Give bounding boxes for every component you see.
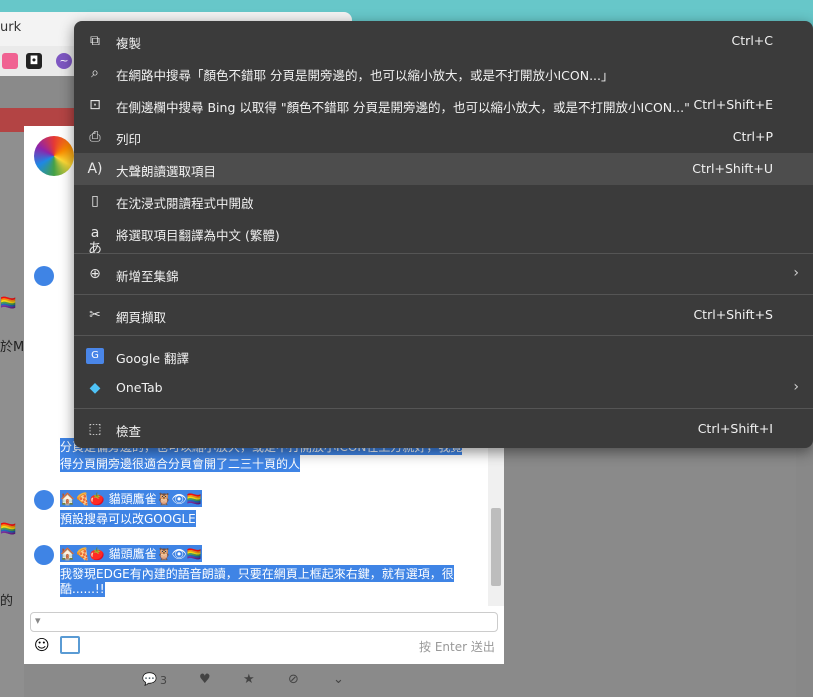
left-column: [0, 132, 26, 697]
share-icon[interactable]: ⊘: [288, 672, 299, 687]
immersive-reader-icon: ▯: [91, 193, 99, 209]
message-avatar: [34, 266, 54, 286]
image-icon[interactable]: [60, 636, 80, 654]
chevron-down-icon[interactable]: ⌄: [333, 672, 344, 687]
collections-icon: ⊕: [89, 266, 101, 282]
menu-item-label: 檢查: [116, 424, 142, 439]
context-menu: ⧉ 複製 Ctrl+C ⌕ 在網路中搜尋「顏色不錯耶 分頁是開旁邊的，也可以縮小…: [74, 21, 813, 448]
menu-item-google-translate[interactable]: G Google 翻譯: [74, 340, 813, 372]
menu-item-print[interactable]: ⎙ 列印 Ctrl+P: [74, 121, 813, 153]
menu-item-shortcut: Ctrl+Shift+S: [693, 307, 773, 322]
messenger-icon[interactable]: ~: [56, 53, 72, 69]
menu-separator: [74, 253, 813, 254]
menu-item-inspect[interactable]: ⬚ 檢查 Ctrl+Shift+I: [74, 413, 813, 445]
left-flag-icon: 🏳️‍🌈: [0, 296, 17, 311]
menu-item-add-to-collections[interactable]: ⊕ 新增至集錦 ›: [74, 258, 813, 290]
comment-icon[interactable]: 💬: [142, 672, 157, 686]
translate-icon: aあ: [88, 225, 102, 257]
web-capture-icon: ✂: [89, 307, 101, 323]
menu-item-web-capture[interactable]: ✂ 網頁擷取 Ctrl+Shift+S: [74, 299, 813, 331]
menu-item-label: 大聲朗讀選取項目: [116, 164, 217, 179]
google-translate-icon: G: [86, 348, 104, 364]
menu-separator: [74, 408, 813, 409]
avatar: [34, 136, 74, 176]
menu-separator: [74, 294, 813, 295]
bookmark-s-icon[interactable]: ◘: [26, 53, 42, 69]
message-text: 我發現EDGE有內建的語音朗讀，只要在網頁上框起來右鍵，就有選項，很: [60, 565, 454, 582]
menu-item-search-web[interactable]: ⌕ 在網路中搜尋「顏色不錯耶 分頁是開旁邊的，也可以縮小放大，或是不打開放小IC…: [74, 57, 813, 89]
heart-icon[interactable]: ♥: [199, 672, 211, 687]
menu-item-label: 將選取項目翻譯為中文 (繁體): [116, 228, 280, 243]
print-icon: ⎙: [89, 129, 101, 145]
menu-item-label: Google 翻譯: [116, 351, 190, 366]
menu-item-onetab[interactable]: ◆ OneTab ›: [74, 372, 813, 404]
inspect-icon: ⬚: [88, 421, 102, 437]
message-avatar: [34, 545, 54, 565]
menu-separator: [74, 335, 813, 336]
onetab-icon: ◆: [89, 380, 101, 396]
menu-item-read-aloud[interactable]: A) 大聲朗讀選取項目 Ctrl+Shift+U: [74, 153, 813, 185]
menu-item-label: 複製: [116, 36, 142, 51]
post-action-bar: 💬 3 ♥ ★ ⊘ ⌄: [24, 664, 504, 697]
comment-count: 3: [160, 674, 167, 687]
menu-item-shortcut: Ctrl+Shift+U: [692, 161, 773, 176]
menu-item-label: 新增至集錦: [116, 269, 179, 284]
tab-title: urk: [0, 20, 22, 35]
menu-item-shortcut: Ctrl+C: [731, 33, 773, 48]
message-text: 預設搜尋可以改GOOGLE: [60, 510, 196, 527]
left-text-1: 於M: [0, 340, 25, 355]
menu-item-immersive-reader[interactable]: ▯ 在沈浸式閱讀程式中開啟: [74, 185, 813, 217]
message-author: 🏠🍕🍅 貓頭鷹雀🦉👁🏳️‍🌈: [60, 490, 202, 507]
menu-item-shortcut: Ctrl+Shift+E: [693, 97, 774, 112]
menu-item-label: 列印: [116, 132, 142, 147]
menu-item-label: 在側邊欄中搜尋 Bing 以取得 "顏色不錯耶 分頁是開旁邊的，也可以縮小放大，…: [116, 100, 690, 115]
bookmark-a-icon[interactable]: [2, 53, 18, 69]
message-text: 得分頁開旁邊很適合分頁會開了二三十頁的人: [60, 455, 301, 472]
copy-icon: ⧉: [90, 33, 100, 49]
chat-input[interactable]: ▾: [30, 612, 498, 632]
message-author: 🏠🍕🍅 貓頭鷹雀🦉👁🏳️‍🌈: [60, 545, 202, 562]
message-avatar: [34, 490, 54, 510]
menu-item-translate[interactable]: aあ 將選取項目翻譯為中文 (繁體): [74, 217, 813, 257]
menu-item-label: 在沈浸式閱讀程式中開啟: [116, 196, 254, 211]
chevron-down-icon[interactable]: ▾: [35, 614, 41, 627]
read-aloud-icon: A): [87, 161, 103, 177]
star-icon[interactable]: ★: [243, 672, 255, 687]
menu-item-shortcut: Ctrl+P: [732, 129, 773, 144]
scrollbar-thumb[interactable]: [491, 508, 501, 586]
right-panel: [796, 446, 813, 697]
left-flag-icon-2: 🏳️‍🌈: [0, 522, 17, 537]
chevron-right-icon: ›: [793, 265, 799, 281]
message-text: 酷......!!: [60, 580, 105, 597]
chevron-right-icon: ›: [793, 379, 799, 395]
menu-item-shortcut: Ctrl+Shift+I: [697, 421, 773, 436]
emoji-icon[interactable]: ☺: [34, 636, 50, 654]
sidebar-search-icon: ⊡: [89, 97, 101, 113]
menu-item-copy[interactable]: ⧉ 複製 Ctrl+C: [74, 25, 813, 57]
menu-item-search-sidebar[interactable]: ⊡ 在側邊欄中搜尋 Bing 以取得 "顏色不錯耶 分頁是開旁邊的，也可以縮小放…: [74, 89, 813, 121]
left-text-2: 的: [0, 594, 14, 609]
menu-item-label: 網頁擷取: [116, 310, 167, 325]
menu-item-label: 在網路中搜尋「顏色不錯耶 分頁是開旁邊的，也可以縮小放大，或是不打開放小ICON…: [116, 68, 614, 83]
menu-item-label: OneTab: [116, 380, 163, 395]
send-hint: 按 Enter 送出: [419, 640, 495, 654]
search-icon: ⌕: [91, 65, 99, 81]
